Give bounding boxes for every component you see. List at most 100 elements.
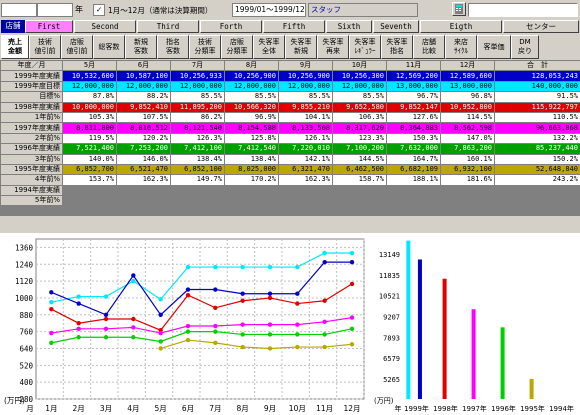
table-cell[interactable]: 12,000,000 — [332, 80, 387, 93]
table-cell[interactable] — [170, 195, 225, 207]
table-cell[interactable] — [278, 195, 333, 207]
table-cell[interactable] — [62, 184, 117, 197]
table-cell[interactable]: 120.2% — [116, 132, 171, 145]
table-cell[interactable]: 6,682,109 — [386, 163, 441, 176]
table-cell[interactable]: 9,852,410 — [116, 101, 171, 113]
tab-first[interactable]: First — [25, 20, 73, 33]
table-cell[interactable]: 7,220,010 — [278, 143, 333, 155]
table-cell[interactable] — [170, 184, 225, 197]
date-range-field[interactable]: 1999/01～1999/12 — [232, 3, 306, 17]
table-cell[interactable]: 8,562,598 — [440, 122, 495, 134]
table-cell[interactable] — [116, 195, 171, 207]
table-cell[interactable]: 88.2% — [116, 91, 171, 103]
table-cell[interactable]: 8,121,540 — [170, 122, 225, 134]
table-cell[interactable]: 12,589,600 — [440, 70, 495, 82]
table-cell[interactable]: 104.1% — [278, 111, 333, 124]
table-cell[interactable]: 126.3% — [170, 132, 225, 145]
table-cell[interactable]: 147.0% — [440, 132, 495, 145]
table-cell[interactable]: 8,364,883 — [386, 122, 441, 134]
table-cell[interactable]: 9,855,210 — [278, 101, 333, 113]
table-cell[interactable] — [494, 195, 580, 207]
table-cell[interactable] — [386, 184, 441, 197]
table-cell[interactable]: 243.2% — [494, 174, 580, 186]
metric-button-8[interactable]: 失客率 全体 — [253, 35, 285, 59]
table-cell[interactable]: 170.2% — [224, 174, 279, 186]
table-cell[interactable]: 158.7% — [332, 174, 387, 186]
table-cell[interactable]: 127.6% — [386, 111, 441, 124]
table-cell[interactable]: 12,000,000 — [224, 80, 279, 93]
table-cell[interactable]: 6,321,470 — [278, 163, 333, 176]
table-cell[interactable]: 114.5% — [440, 111, 495, 124]
table-cell[interactable]: 107.5% — [116, 111, 171, 124]
table-cell[interactable]: 6,521,470 — [116, 163, 171, 176]
tab-third[interactable]: Third — [137, 20, 199, 33]
table-cell[interactable] — [116, 184, 171, 197]
table-cell[interactable]: 6,852,700 — [62, 163, 117, 176]
table-cell[interactable]: 140,000,000 — [494, 80, 580, 93]
table-cell[interactable] — [332, 195, 387, 207]
table-cell[interactable]: 142.1% — [278, 153, 333, 165]
table-cell[interactable]: 181.6% — [440, 174, 495, 186]
metric-button-15[interactable]: 客単価 — [477, 35, 511, 59]
table-cell[interactable]: 160.1% — [440, 153, 495, 165]
tab-fifth[interactable]: Fifth — [263, 20, 325, 33]
table-cell[interactable]: 162.3% — [278, 174, 333, 186]
table-cell[interactable]: 12,000,000 — [116, 80, 171, 93]
table-cell[interactable]: 13,000,000 — [440, 80, 495, 93]
table-cell[interactable]: 12,000,000 — [278, 80, 333, 93]
table-cell[interactable]: 10,000,000 — [62, 101, 117, 113]
table-cell[interactable]: 140.0% — [62, 153, 117, 165]
table-cell[interactable]: 6,462,500 — [332, 163, 387, 176]
table-cell[interactable]: 85.5% — [332, 91, 387, 103]
tab-forth[interactable]: Forth — [200, 20, 262, 33]
table-cell[interactable] — [224, 184, 279, 197]
table-cell[interactable]: 7,253,200 — [116, 143, 171, 155]
table-cell[interactable]: 110.5% — [494, 111, 580, 124]
table-cell[interactable]: 10,566,320 — [224, 101, 279, 113]
table-cell[interactable]: 10,256,900 — [278, 70, 333, 82]
metric-button-10[interactable]: 失客率 再来 — [317, 35, 349, 59]
table-cell[interactable]: 10,256,300 — [332, 70, 387, 82]
metric-button-6[interactable]: 技術 分類率 — [189, 35, 221, 59]
table-cell[interactable]: 10,952,800 — [440, 101, 495, 113]
table-cell[interactable]: 8,816,512 — [116, 122, 171, 134]
table-cell[interactable]: 188.1% — [386, 174, 441, 186]
table-cell[interactable]: 125.8% — [224, 132, 279, 145]
metric-button-1[interactable]: 技術 値引前 — [29, 35, 61, 59]
metric-button-4[interactable]: 新規 客数 — [125, 35, 157, 59]
table-cell[interactable]: 85.5% — [224, 91, 279, 103]
table-cell[interactable]: 12,000,000 — [62, 80, 117, 93]
table-cell[interactable]: 123.3% — [332, 132, 387, 145]
metric-button-13[interactable]: 店舗 比較 — [413, 35, 445, 59]
table-cell[interactable]: 7,100,200 — [332, 143, 387, 155]
tab-second[interactable]: Second — [74, 20, 136, 33]
table-cell[interactable]: 96.7% — [386, 91, 441, 103]
table-cell[interactable]: 96.8% — [440, 91, 495, 103]
table-cell[interactable]: 52,648,840 — [494, 163, 580, 176]
table-cell[interactable] — [278, 184, 333, 197]
table-cell[interactable] — [494, 184, 580, 197]
calculator-icon[interactable] — [452, 2, 466, 16]
metric-button-0[interactable]: 売上 金額 — [1, 35, 29, 59]
table-cell[interactable]: 12,000,000 — [170, 80, 225, 93]
staff-button[interactable]: スタッフ — [308, 3, 418, 17]
metric-button-5[interactable]: 指名 客数 — [157, 35, 189, 59]
table-cell[interactable]: 11,895,200 — [170, 101, 225, 113]
table-cell[interactable]: 7,521,400 — [62, 143, 117, 155]
table-cell[interactable] — [440, 184, 495, 197]
metric-button-16[interactable]: DM 戻り — [511, 35, 539, 59]
table-cell[interactable]: 115,922,797 — [494, 101, 580, 113]
table-cell[interactable] — [386, 195, 441, 207]
table-cell[interactable]: 106.3% — [332, 111, 387, 124]
year-field[interactable]: 1999 — [37, 3, 73, 17]
tab-sixth[interactable]: Sixth — [326, 20, 372, 33]
table-cell[interactable]: 85.5% — [170, 91, 225, 103]
table-cell[interactable]: 85.5% — [278, 91, 333, 103]
table-cell[interactable]: 6,852,100 — [170, 163, 225, 176]
table-cell[interactable]: 10,256,933 — [170, 70, 225, 82]
table-cell[interactable]: 85,237,440 — [494, 143, 580, 155]
tab-seventh[interactable]: Seventh — [373, 20, 419, 33]
metric-button-12[interactable]: 失客率 指名 — [381, 35, 413, 59]
table-cell[interactable]: 8,154,588 — [224, 122, 279, 134]
table-cell[interactable]: 10,256,900 — [224, 70, 279, 82]
